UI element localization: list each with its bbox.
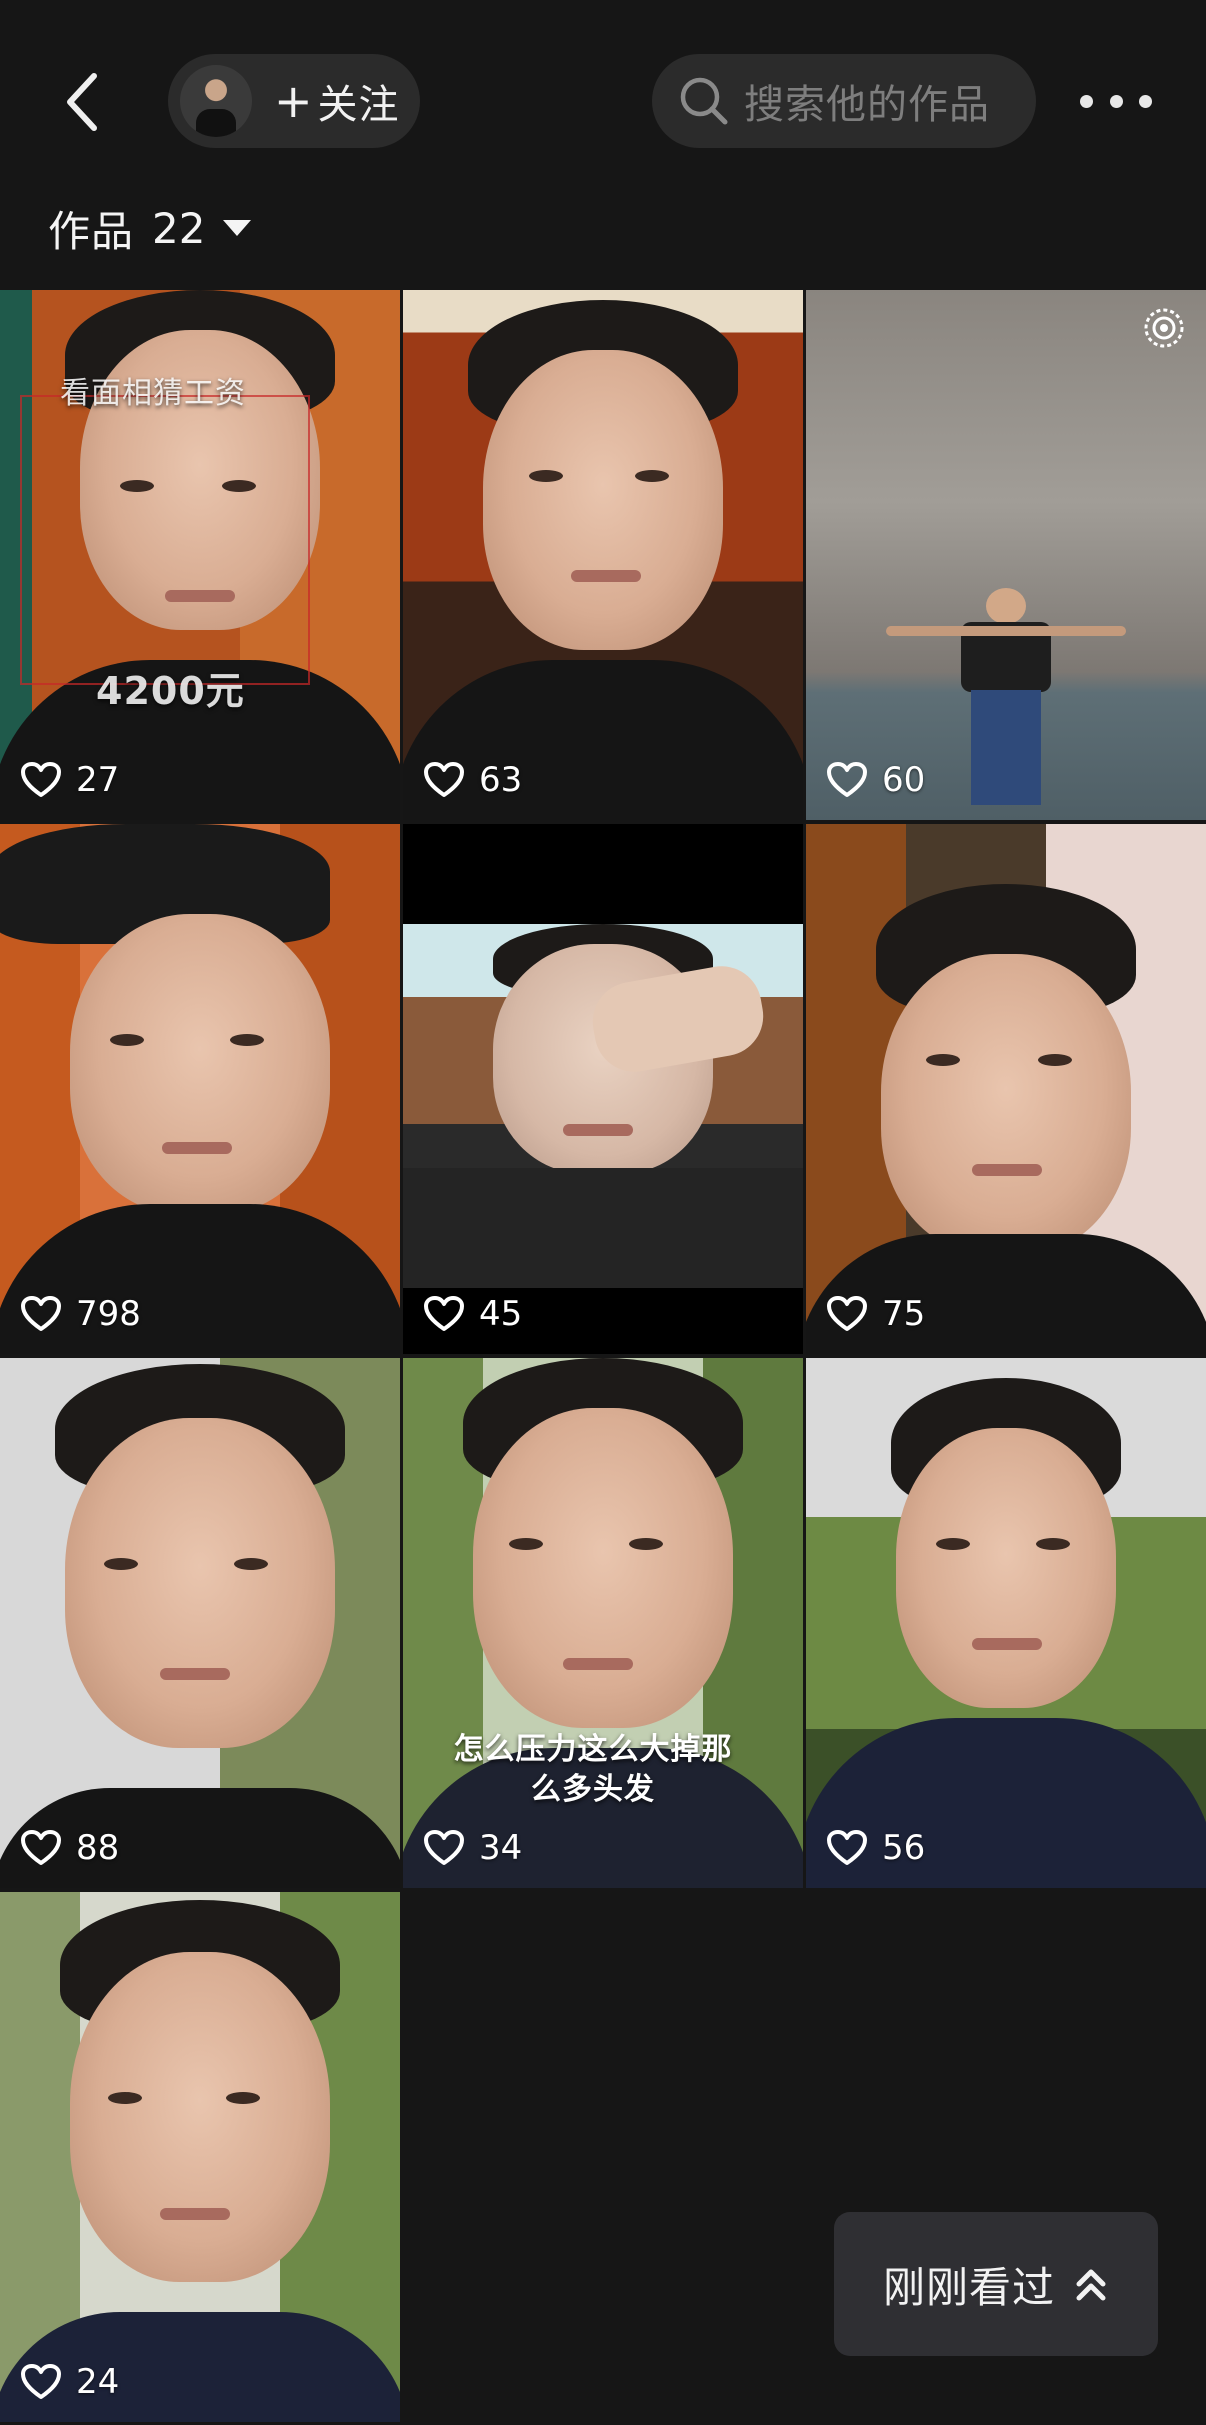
recently-viewed-label: 刚刚看过 bbox=[882, 2262, 1055, 2312]
works-count: 22 bbox=[152, 203, 206, 253]
video-thumbnail[interactable]: 看面相猜工资 4200元 27 bbox=[0, 290, 400, 820]
search-placeholder: 搜索他的作品 bbox=[744, 82, 990, 128]
video-thumbnail[interactable]: 75 bbox=[806, 824, 1206, 1354]
video-caption: 怎么压力这么大掉那么多头发 bbox=[453, 1732, 733, 1807]
more-dots-icon bbox=[1109, 94, 1123, 108]
video-thumbnail[interactable]: 798 bbox=[0, 824, 400, 1354]
more-menu-button[interactable] bbox=[1080, 76, 1152, 126]
like-count-value: 63 bbox=[479, 760, 523, 800]
like-count-value: 798 bbox=[76, 1294, 141, 1334]
like-count[interactable]: 24 bbox=[20, 2362, 119, 2402]
like-count[interactable]: 34 bbox=[423, 1828, 522, 1868]
heart-icon bbox=[424, 762, 464, 797]
like-count-value: 60 bbox=[882, 760, 926, 800]
more-dots-icon bbox=[1080, 94, 1093, 108]
like-count[interactable]: 60 bbox=[826, 760, 925, 800]
like-count[interactable]: 798 bbox=[20, 1294, 141, 1334]
like-count-value: 88 bbox=[76, 1828, 120, 1868]
heart-icon bbox=[21, 1296, 61, 1331]
like-count[interactable]: 27 bbox=[20, 760, 119, 800]
video-thumbnail[interactable]: 88 bbox=[0, 1358, 400, 1888]
plus-icon: + bbox=[274, 74, 314, 128]
heart-icon bbox=[827, 1296, 867, 1331]
video-top-text: 看面相猜工资 bbox=[60, 376, 246, 411]
like-count[interactable]: 45 bbox=[423, 1294, 522, 1334]
profile-works-page: + 关注 搜索他的作品 作品 22 看面相猜工资 4200元 27 63 60 … bbox=[0, 0, 1206, 2425]
like-count-value: 34 bbox=[479, 1828, 523, 1868]
heart-icon bbox=[827, 1830, 867, 1865]
follow-text: 关注 bbox=[317, 82, 400, 128]
back-arrow-icon bbox=[67, 73, 97, 131]
like-count[interactable]: 88 bbox=[20, 1828, 119, 1868]
heart-icon bbox=[21, 762, 61, 797]
follow-label: + 关注 bbox=[274, 72, 400, 130]
video-thumbnail[interactable]: 24 bbox=[0, 1892, 400, 2422]
back-button[interactable] bbox=[52, 62, 112, 142]
search-icon bbox=[680, 77, 728, 125]
double-chevron-up-icon bbox=[1076, 2269, 1106, 2301]
pin-icon bbox=[1144, 308, 1184, 348]
like-count[interactable]: 56 bbox=[826, 1828, 925, 1868]
heart-icon bbox=[424, 1296, 464, 1331]
like-count[interactable]: 63 bbox=[423, 760, 522, 800]
like-count[interactable]: 75 bbox=[826, 1294, 925, 1334]
recently-viewed-button[interactable]: 刚刚看过 bbox=[834, 2212, 1158, 2356]
video-thumbnail[interactable]: 56 bbox=[806, 1358, 1206, 1888]
like-count-value: 45 bbox=[479, 1294, 523, 1334]
video-bottom-text: 4200元 bbox=[96, 669, 245, 713]
video-thumbnail[interactable]: 63 bbox=[403, 290, 803, 820]
video-thumbnail[interactable]: 45 bbox=[403, 824, 803, 1354]
like-count-value: 24 bbox=[76, 2362, 120, 2402]
heart-icon bbox=[827, 762, 867, 797]
heart-icon bbox=[21, 2364, 61, 2399]
video-grid: 看面相猜工资 4200元 27 63 60 798 45 75 88 怎么压力这… bbox=[0, 290, 1206, 2422]
heart-icon bbox=[21, 1830, 61, 1865]
follow-button[interactable]: + 关注 bbox=[168, 54, 420, 148]
avatar[interactable] bbox=[180, 65, 252, 137]
heart-icon bbox=[424, 1830, 464, 1865]
caret-down-icon bbox=[223, 220, 252, 236]
like-count-value: 75 bbox=[882, 1294, 926, 1334]
like-count-value: 56 bbox=[882, 1828, 926, 1868]
works-filter-dropdown[interactable]: 作品 22 bbox=[48, 196, 252, 260]
video-thumbnail[interactable]: 怎么压力这么大掉那么多头发 34 bbox=[403, 1358, 803, 1888]
works-label: 作品 bbox=[48, 206, 135, 256]
like-count-value: 27 bbox=[76, 760, 120, 800]
video-thumbnail[interactable]: 60 bbox=[806, 290, 1206, 820]
search-input[interactable]: 搜索他的作品 bbox=[652, 54, 1036, 148]
more-dots-icon bbox=[1139, 94, 1152, 108]
